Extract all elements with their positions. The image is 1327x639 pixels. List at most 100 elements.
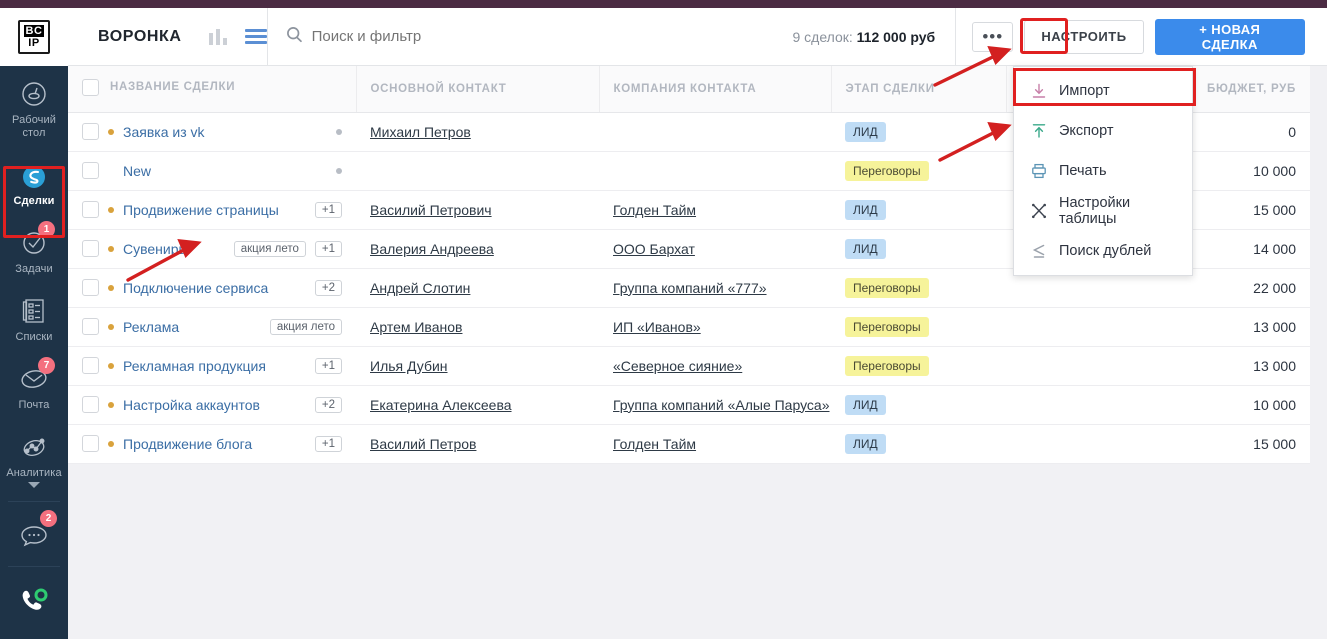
menu-item-label-import: Импорт — [1059, 83, 1110, 99]
deal-name-link[interactable]: New — [123, 163, 151, 179]
cell-contact: Артем Иванов — [356, 307, 599, 347]
row-checkbox[interactable] — [82, 357, 99, 374]
row-checkbox[interactable] — [82, 123, 99, 140]
company-link[interactable]: Группа компаний «777» — [613, 280, 767, 296]
status-badge[interactable]: Переговоры — [845, 160, 929, 181]
status-badge[interactable]: ЛИД — [845, 394, 886, 415]
company-link[interactable]: Голден Тайм — [613, 436, 696, 452]
table-settings-icon — [1030, 203, 1047, 220]
menu-item-label-table-settings: Настройки таблицы — [1059, 195, 1131, 227]
analytics-icon — [2, 430, 66, 464]
configure-button[interactable]: НАСТРОИТЬ — [1024, 19, 1144, 54]
deal-name-link[interactable]: Заявка из vk — [123, 124, 205, 140]
deal-tag[interactable]: акция лето — [233, 240, 306, 257]
new-deal-button[interactable]: + НОВАЯ СДЕЛКА — [1154, 18, 1305, 55]
sidebar-item-dashboard[interactable]: Рабочий стол — [0, 66, 68, 147]
table-row[interactable]: Настройка аккаунтов +2 Екатерина Алексеева… — [68, 385, 1310, 425]
cell-budget: 15 000 — [1006, 424, 1310, 464]
deal-tag[interactable]: +2 — [314, 279, 342, 296]
deal-tag[interactable]: +1 — [314, 201, 342, 218]
cell-company: «Северное сияние» — [599, 346, 831, 386]
logo-top-text: BC — [23, 25, 45, 37]
deal-name-link[interactable]: Сувениры — [123, 241, 189, 257]
status-badge[interactable]: ЛИД — [845, 121, 886, 142]
cell-deal-name: Подключение сервиса +2 — [68, 268, 356, 308]
deal-tag[interactable]: +1 — [314, 240, 342, 257]
company-link[interactable]: ИП «Иванов» — [613, 319, 701, 335]
deal-tag[interactable]: +1 — [314, 435, 342, 452]
search-input[interactable] — [311, 28, 752, 45]
column-header-name[interactable]: НАЗВАНИЕ СДЕЛКИ — [68, 66, 357, 113]
summary-value: 112 000 руб — [856, 28, 936, 45]
row-checkbox[interactable] — [82, 435, 99, 452]
deal-name-link[interactable]: Реклама — [123, 319, 179, 335]
status-badge[interactable]: Переговоры — [845, 277, 929, 298]
cell-deal-name: Заявка из vk — [68, 112, 356, 152]
table-row[interactable]: Реклама акция лето Артем Иванов ИП «Иванов»… — [68, 307, 1310, 347]
deal-name-link[interactable]: Рекламная продукция — [123, 358, 266, 374]
deal-name-link[interactable]: Подключение сервиса — [123, 280, 268, 296]
sidebar-item-chat[interactable]: 2 — [0, 508, 68, 560]
contact-link[interactable]: Екатерина Алексеева — [370, 397, 512, 413]
kanban-view-icon[interactable] — [208, 28, 227, 45]
row-checkbox[interactable] — [82, 201, 99, 218]
company-link[interactable]: Группа компаний «Алые Паруса» — [613, 397, 830, 413]
menu-item-export[interactable]: Экспорт — [1014, 111, 1192, 151]
dashboard-icon — [2, 77, 66, 111]
list-view-icon[interactable] — [244, 29, 267, 44]
row-checkbox[interactable] — [82, 162, 99, 179]
status-badge[interactable]: ЛИД — [845, 433, 886, 454]
deal-name-link[interactable]: Продвижение страницы — [123, 202, 279, 218]
contact-link[interactable]: Василий Петров — [370, 436, 476, 452]
contact-link[interactable]: Илья Дубин — [370, 358, 448, 374]
sidebar-item-mail[interactable]: 7 Почта — [0, 351, 68, 419]
status-badge[interactable]: Переговоры — [845, 355, 929, 376]
deal-tag[interactable]: +1 — [314, 357, 342, 374]
column-header-stage[interactable]: ЭТАП СДЕЛКИ — [831, 66, 1007, 113]
contact-link[interactable]: Андрей Слотин — [370, 280, 470, 296]
status-badge[interactable]: ЛИД — [845, 238, 886, 259]
menu-item-table-settings[interactable]: Настройки таблицы — [1014, 191, 1192, 231]
more-actions-button[interactable]: ••• — [972, 21, 1014, 52]
deal-tag[interactable]: +2 — [314, 396, 342, 413]
company-link[interactable]: «Северное сияние» — [613, 358, 742, 374]
menu-item-find-duplicates[interactable]: Поиск дублей — [1014, 231, 1192, 271]
status-badge[interactable]: Переговоры — [845, 316, 929, 337]
sidebar-badge-mail: 7 — [38, 357, 55, 374]
row-checkbox[interactable] — [82, 318, 99, 335]
cell-contact: Илья Дубин — [356, 346, 599, 386]
column-label-name: НАЗВАНИЕ СДЕЛКИ — [110, 81, 236, 94]
menu-item-import[interactable]: Импорт — [1014, 71, 1192, 111]
deal-name-link[interactable]: Продвижение блога — [123, 436, 252, 452]
cell-stage: ЛИД — [831, 190, 1006, 230]
select-all-checkbox[interactable] — [82, 78, 99, 96]
contact-link[interactable]: Валерия Андреева — [370, 241, 494, 257]
contact-link[interactable]: Артем Иванов — [370, 319, 462, 335]
row-checkbox[interactable] — [82, 279, 99, 296]
deal-status-dot — [108, 323, 114, 330]
row-checkbox[interactable] — [82, 240, 99, 257]
sidebar-item-tasks[interactable]: 1 Задачи — [0, 215, 68, 283]
deal-name-link[interactable]: Настройка аккаунтов — [123, 397, 260, 413]
table-row[interactable]: Продвижение блога +1 Василий Петров Голден … — [68, 424, 1310, 464]
menu-item-print[interactable]: Печать — [1014, 151, 1192, 191]
contact-link[interactable]: Василий Петрович — [370, 202, 492, 218]
deal-tag[interactable]: акция лето — [269, 318, 342, 335]
sidebar-item-phone[interactable] — [0, 573, 68, 625]
app-logo[interactable]: BC IP — [0, 8, 68, 66]
company-link[interactable]: Голден Тайм — [613, 202, 696, 218]
contact-link[interactable]: Михаил Петров — [370, 124, 471, 140]
column-header-contact[interactable]: ОСНОВНОЙ КОНТАКТ — [356, 66, 600, 113]
crm-app-window: BC IP Рабочий стол Сделки 1 Задачи Списк… — [0, 0, 1327, 639]
table-row[interactable]: Рекламная продукция +1 Илья Дубин «Северное… — [68, 346, 1310, 386]
chevron-down-icon[interactable] — [28, 482, 40, 488]
search-bar[interactable] — [268, 8, 793, 66]
status-badge[interactable]: ЛИД — [845, 199, 886, 220]
sidebar-item-deals[interactable]: Сделки — [0, 147, 68, 215]
row-checkbox[interactable] — [82, 396, 99, 413]
company-link[interactable]: ООО Бархат — [613, 241, 695, 257]
sidebar-item-analytics[interactable]: Аналитика — [0, 419, 68, 495]
sidebar-item-lists[interactable]: Списки — [0, 283, 68, 351]
row-marker-dot — [336, 167, 342, 174]
column-header-company[interactable]: КОМПАНИЯ КОНТАКТА — [599, 66, 832, 113]
